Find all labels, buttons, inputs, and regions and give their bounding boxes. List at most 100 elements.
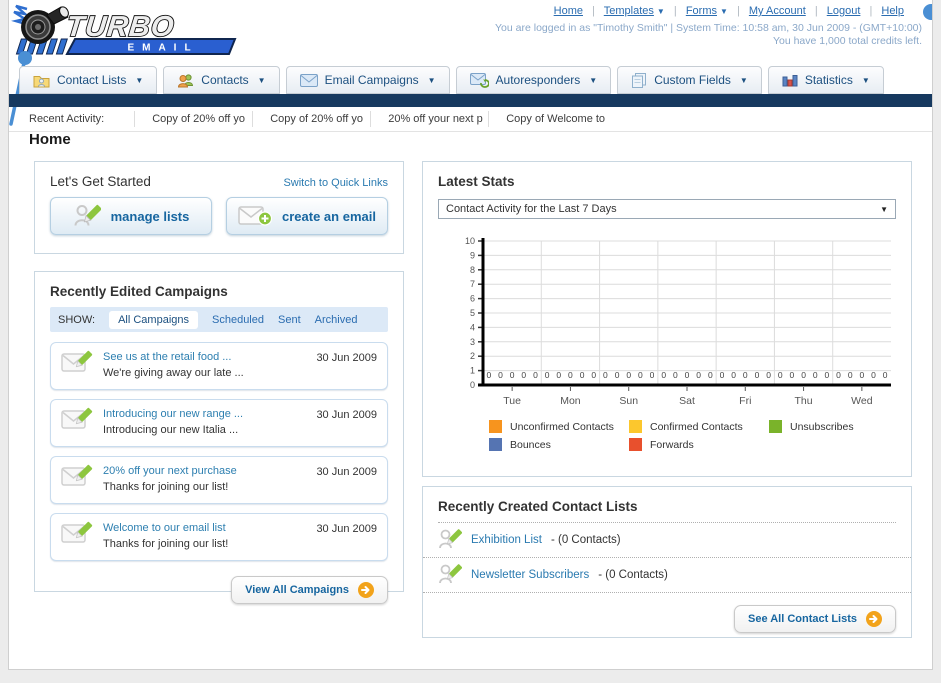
svg-text:0: 0	[848, 370, 853, 380]
create-email-button[interactable]: create an email	[226, 197, 388, 235]
tab-label: Contacts	[201, 73, 249, 87]
switch-quick-links-link[interactable]: Switch to Quick Links	[283, 177, 388, 189]
get-started-title: Let's Get Started	[50, 174, 151, 189]
tab-autoresponders[interactable]: Autoresponders ▼	[455, 66, 612, 94]
legend-item: Bounces	[489, 438, 629, 451]
manage-lists-button[interactable]: manage lists	[50, 197, 212, 235]
legend-swatch-icon	[489, 438, 502, 451]
recent-activity-item[interactable]: Copy of 20% off yo	[252, 111, 370, 127]
svg-text:0: 0	[510, 370, 515, 380]
campaign-edit-icon	[61, 464, 93, 486]
svg-text:Sun: Sun	[619, 395, 638, 407]
view-all-campaigns-button[interactable]: View All Campaigns	[231, 575, 388, 604]
svg-text:0: 0	[766, 370, 771, 380]
svg-text:0: 0	[790, 370, 795, 380]
tab-email-campaigns[interactable]: Email Campaigns ▼	[285, 66, 450, 94]
svg-text:0: 0	[743, 370, 748, 380]
tab-contact-lists[interactable]: Contact Lists ▼	[19, 66, 158, 94]
tab-statistics[interactable]: Statistics ▼	[767, 66, 884, 94]
svg-text:0: 0	[603, 370, 608, 380]
campaign-subtitle: Introducing our new Italia ...	[103, 423, 239, 436]
tab-label: Statistics	[804, 73, 853, 87]
chevron-down-icon: ▼	[880, 204, 888, 214]
svg-text:0: 0	[638, 370, 643, 380]
recent-activity-item[interactable]: Copy of Welcome to	[488, 111, 606, 127]
svg-text:0: 0	[533, 370, 538, 380]
campaign-title-link[interactable]: Welcome to our email list	[103, 521, 228, 537]
filter-archived[interactable]: Archived	[315, 314, 358, 326]
credits-text: You have 1,000 total credits left.	[772, 35, 922, 47]
create-email-label: create an email	[282, 208, 376, 224]
contacts-icon	[178, 73, 194, 87]
tab-label: Custom Fields	[654, 73, 731, 87]
contact-list-count: - (0 Contacts)	[598, 569, 668, 581]
tab-contacts[interactable]: Contacts ▼	[163, 66, 280, 94]
top-link-logout[interactable]: Logout	[827, 5, 861, 17]
contact-lists-panel-title: Recently Created Contact Lists	[438, 499, 638, 514]
svg-text:0: 0	[731, 370, 736, 380]
svg-text:Fri: Fri	[739, 395, 751, 407]
stats-period-value: Contact Activity for the Last 7 Days	[446, 203, 617, 215]
campaign-row[interactable]: 20% off your next purchase Thanks for joi…	[50, 455, 388, 504]
svg-text:0: 0	[580, 370, 585, 380]
list-edit-icon	[439, 564, 462, 584]
campaign-title-link[interactable]: See us at the retail food ...	[103, 350, 244, 366]
chevron-down-icon: ▼	[656, 7, 665, 16]
campaign-row[interactable]: See us at the retail food ... We're givin…	[50, 342, 388, 390]
svg-text:0: 0	[801, 370, 806, 380]
top-link-my-account[interactable]: My Account	[749, 5, 806, 17]
tab-custom-fields[interactable]: Custom Fields ▼	[617, 66, 762, 94]
campaign-row[interactable]: Introducing our new range ... Introducing…	[50, 398, 388, 447]
email-campaigns-icon	[299, 73, 318, 87]
svg-text:0: 0	[685, 370, 690, 380]
svg-text:7: 7	[470, 279, 475, 289]
campaigns-panel: Recently Edited Campaigns SHOW: All Camp…	[34, 271, 404, 604]
legend-swatch-icon	[629, 420, 642, 433]
recent-activity-item[interactable]: 20% off your next p	[370, 111, 488, 127]
campaign-row[interactable]: Welcome to our email list Thanks for join…	[50, 512, 388, 561]
svg-text:0: 0	[470, 380, 475, 390]
filter-scheduled[interactable]: Scheduled	[212, 314, 264, 326]
svg-text:0: 0	[836, 370, 841, 380]
campaign-subtitle: Thanks for joining our list!	[103, 537, 229, 550]
filter-all-campaigns[interactable]: All Campaigns	[109, 310, 198, 329]
stats-period-select[interactable]: Contact Activity for the Last 7 Days ▼	[438, 199, 896, 219]
contact-list-row[interactable]: Newsletter Subscribers - (0 Contacts)	[423, 558, 911, 593]
svg-text:Tue: Tue	[503, 395, 521, 407]
stats-chart: 0 1 2 3 4 5 6 7 8 9 10 0 0 0 0 0 Tue 0 0 0 0 0 Mon 0 0 0 0 0 Sun 0 0 0 0…	[453, 233, 911, 418]
recent-activity-item[interactable]: Copy of 20% off yo	[134, 111, 252, 127]
contact-list-link[interactable]: Exhibition List	[471, 534, 542, 546]
create-email-icon	[238, 206, 273, 226]
statistics-icon	[782, 75, 798, 87]
svg-text:0: 0	[720, 370, 725, 380]
svg-text:1: 1	[470, 366, 475, 376]
top-link-forms[interactable]: Forms	[686, 5, 717, 17]
top-link-help[interactable]: Help	[881, 5, 904, 17]
top-link-home[interactable]: Home	[554, 5, 583, 17]
legend-item: Unsubscribes	[769, 420, 909, 433]
filter-sent[interactable]: Sent	[278, 314, 301, 326]
svg-text:0: 0	[615, 370, 620, 380]
contact-list-row[interactable]: Exhibition List - (0 Contacts)	[423, 523, 911, 558]
campaign-edit-icon	[61, 521, 93, 543]
svg-text:0: 0	[626, 370, 631, 380]
top-link-templates[interactable]: Templates	[604, 5, 654, 17]
chevron-down-icon: ▼	[589, 75, 598, 85]
legend-label: Bounces	[510, 438, 551, 451]
contact-list-link[interactable]: Newsletter Subscribers	[471, 569, 589, 581]
svg-text:5: 5	[470, 308, 475, 318]
legend-item: Confirmed Contacts	[629, 420, 769, 433]
svg-text:0: 0	[696, 370, 701, 380]
svg-text:0: 0	[498, 370, 503, 380]
svg-text:9: 9	[470, 250, 475, 260]
arrow-right-icon	[866, 611, 882, 627]
svg-text:0: 0	[778, 370, 783, 380]
chevron-down-icon: ▼	[257, 75, 266, 85]
campaign-subtitle: Thanks for joining our list!	[103, 480, 229, 493]
campaign-title-link[interactable]: 20% off your next purchase	[103, 464, 237, 480]
campaign-title-link[interactable]: Introducing our new range ...	[103, 407, 243, 423]
svg-text:0: 0	[650, 370, 655, 380]
see-all-contact-lists-button[interactable]: See All Contact Lists	[733, 605, 896, 633]
separator: |	[592, 5, 595, 17]
logo-subtitle-text: EMAIL	[127, 43, 198, 54]
